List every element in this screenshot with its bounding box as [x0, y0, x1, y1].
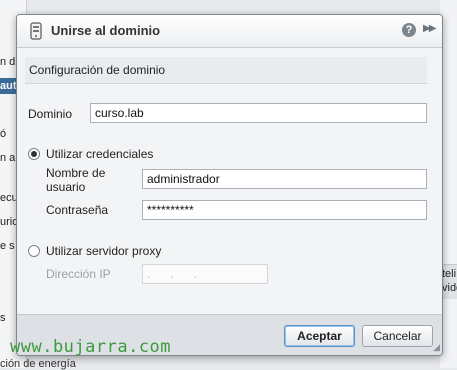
use-credentials-label[interactable]: Utilizar credenciales [46, 147, 153, 161]
password-input[interactable] [142, 200, 427, 220]
use-proxy-radio[interactable] [28, 245, 40, 257]
bg-sidebar-fragment: ó [0, 128, 7, 140]
bg-sidebar-fragment: e s [0, 240, 15, 252]
section-header: Configuración de dominio [25, 57, 427, 84]
accept-button[interactable]: Aceptar [284, 325, 355, 347]
use-proxy-label[interactable]: Utilizar servidor proxy [46, 244, 161, 258]
watermark: www.bujarra.com [10, 337, 172, 357]
use-credentials-radio[interactable] [28, 148, 40, 160]
bg-bottom-fragment: ción de energía [0, 358, 76, 370]
expand-icon[interactable]: ▶▶ [423, 23, 436, 34]
resize-grip-icon[interactable]: ◢ [433, 342, 440, 353]
dialog-titlebar[interactable]: Unirse al dominio ? ▶▶ [17, 15, 442, 48]
username-label-line2: usuario [46, 180, 86, 194]
bg-sidebar-fragment: s [0, 312, 6, 324]
domain-label: Dominio [28, 107, 73, 121]
bg-sidebar-fragment: n a [0, 152, 16, 164]
username-label: Nombre de [46, 166, 106, 180]
section-title: Configuración de dominio [29, 63, 166, 77]
join-domain-dialog: Unirse al dominio ? ▶▶ Configuración de … [16, 14, 443, 356]
cancel-button[interactable]: Cancelar [362, 325, 433, 347]
ip-address-label: Dirección IP [46, 267, 111, 281]
domain-input[interactable] [90, 103, 427, 123]
bg-sidebar-fragment: n d [0, 56, 16, 68]
bg-content-fragment: teli [442, 268, 457, 280]
ip-address-input[interactable] [142, 264, 268, 284]
help-icon[interactable]: ? [402, 23, 416, 37]
dialog-title: Unirse al dominio [51, 23, 161, 38]
server-icon [30, 22, 42, 40]
username-input[interactable] [142, 169, 427, 189]
bg-content-fragment: vido [442, 282, 457, 294]
password-label: Contraseña [46, 203, 109, 217]
